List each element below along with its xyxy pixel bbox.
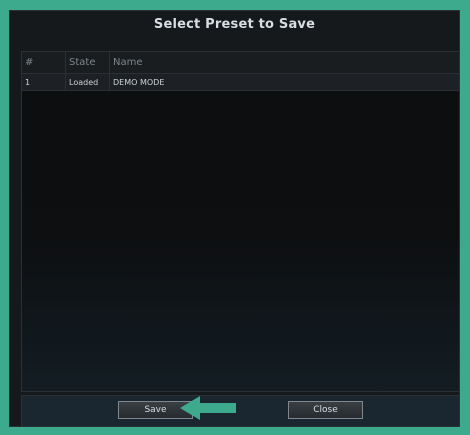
table-row[interactable]: 1 Loaded DEMO MODE — [22, 74, 459, 91]
column-header-name: Name — [113, 57, 143, 68]
close-button[interactable]: Close — [288, 401, 363, 419]
column-header-number: # — [22, 52, 66, 73]
row-name: DEMO MODE — [113, 77, 165, 87]
dialog-title: Select Preset to Save — [153, 17, 316, 32]
row-state: Loaded — [66, 74, 110, 90]
preset-dialog: Select Preset to Save # State Name 1 Loa… — [9, 10, 460, 427]
column-header-state: State — [66, 52, 110, 73]
dialog-footer: Save Close — [21, 395, 460, 427]
preset-table: # State Name 1 Loaded DEMO MODE — [21, 51, 460, 392]
row-number: 1 — [22, 74, 66, 90]
table-header: # State Name — [22, 52, 459, 74]
left-arrow-icon — [180, 396, 236, 420]
